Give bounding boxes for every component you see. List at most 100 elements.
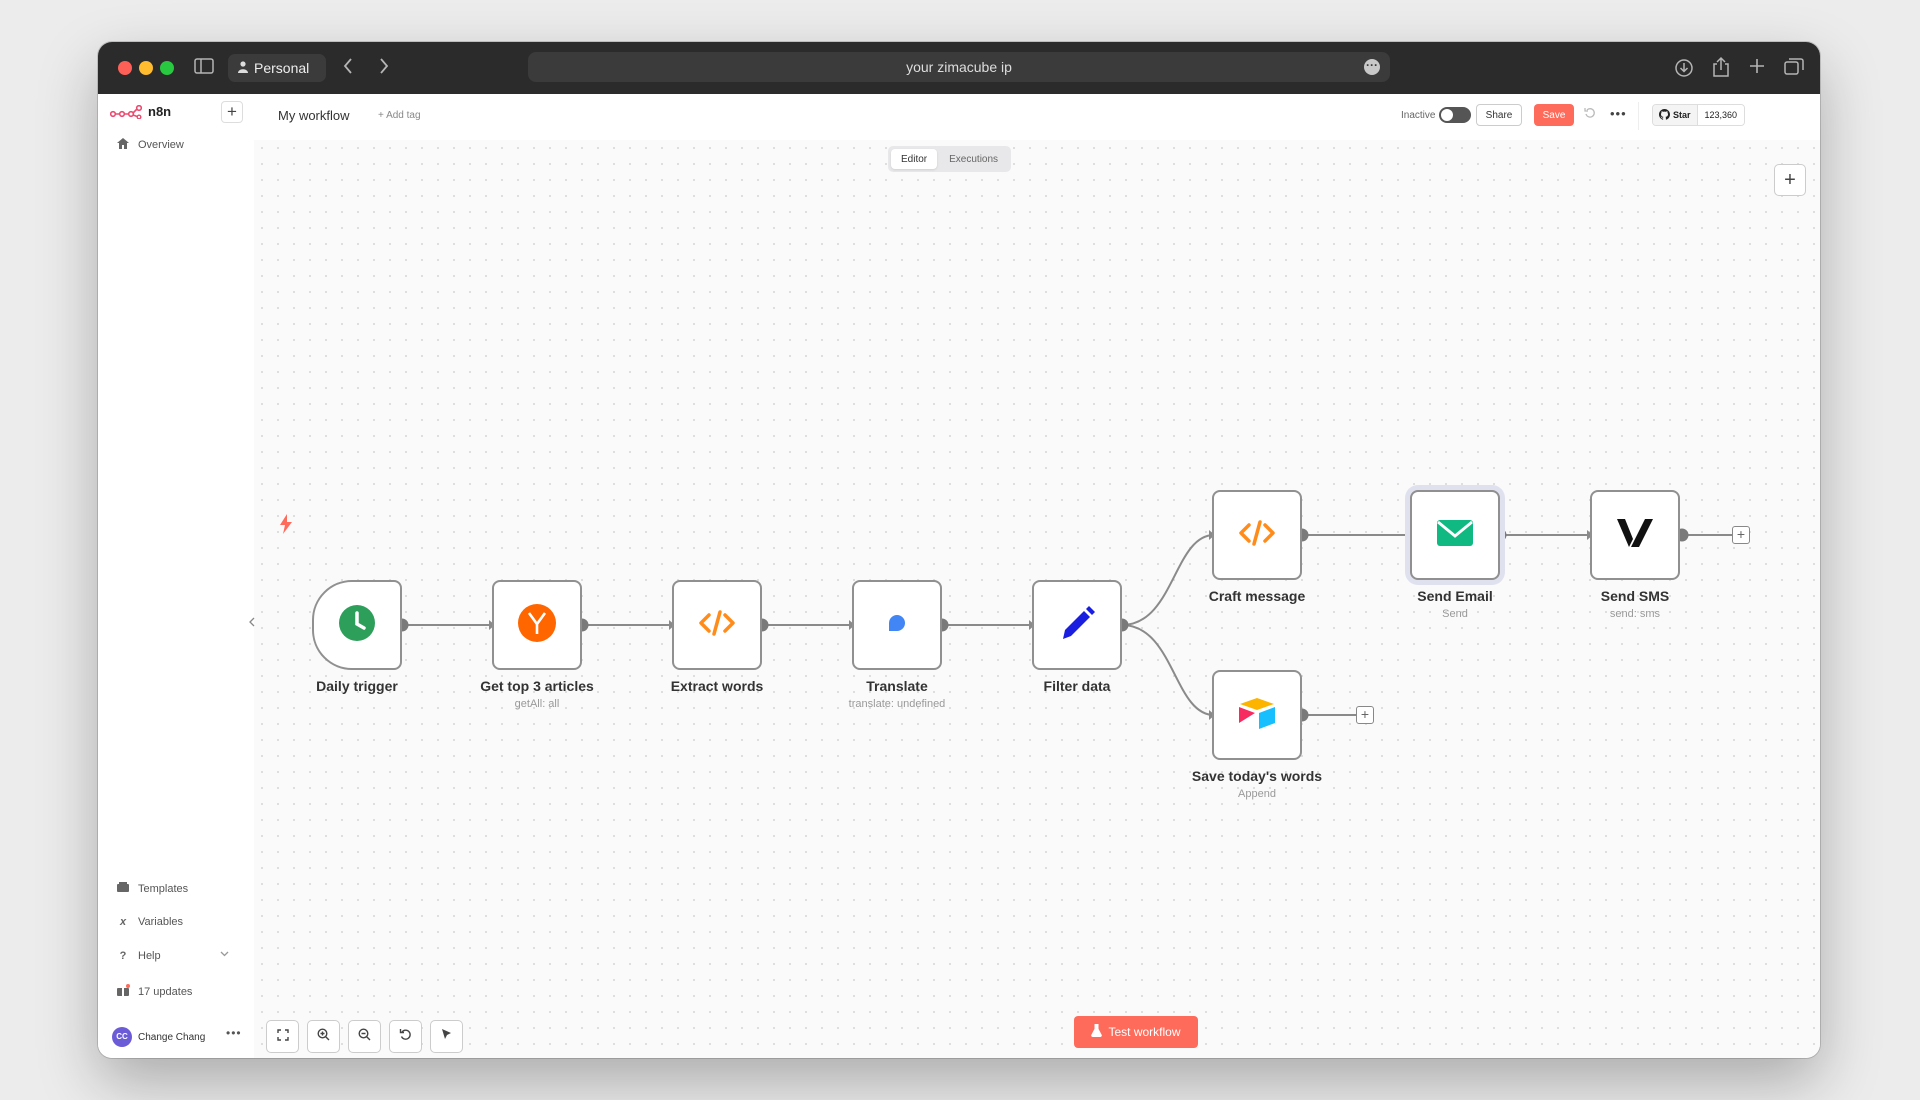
- test-workflow-button[interactable]: Test workflow: [1074, 1016, 1198, 1048]
- more-options-icon[interactable]: ···: [1364, 59, 1380, 75]
- zoom-out-icon: [358, 1027, 371, 1046]
- address-bar[interactable]: your zimacube ip ···: [528, 52, 1390, 82]
- n8n-logo[interactable]: n8n: [110, 104, 171, 119]
- sidebar-item-templates[interactable]: Templates: [116, 882, 188, 895]
- trigger-bolt-icon: [279, 514, 293, 540]
- avatar: CC: [112, 1027, 132, 1047]
- tab-overview-icon[interactable]: [1784, 57, 1804, 79]
- add-tag-link[interactable]: + Add tag: [378, 110, 421, 121]
- node-label: Daily trigger: [316, 678, 398, 694]
- n8n-logo-icon: [110, 104, 142, 119]
- user-menu-icon[interactable]: •••: [226, 1026, 242, 1040]
- browser-toolbar: Personal your zimacube ip ···: [98, 42, 1820, 94]
- node-subtitle: Append: [1238, 788, 1276, 800]
- profile-label: Personal: [254, 60, 310, 76]
- create-button[interactable]: +: [221, 101, 243, 123]
- variables-icon: x: [119, 916, 127, 928]
- zoom-out-button[interactable]: [348, 1020, 381, 1053]
- node-label: Filter data: [1043, 678, 1111, 694]
- sidebar-item-label: Variables: [138, 916, 184, 928]
- minimize-window-button[interactable]: [139, 61, 153, 75]
- forward-icon[interactable]: [378, 57, 390, 79]
- save-button[interactable]: Save: [1534, 104, 1574, 126]
- close-window-button[interactable]: [118, 61, 132, 75]
- history-icon[interactable]: [1584, 107, 1596, 122]
- vonage-icon: [1615, 516, 1655, 555]
- logo-text: n8n: [148, 104, 172, 119]
- github-star-button[interactable]: Star 123,360: [1652, 104, 1746, 126]
- github-star-count: 123,360: [1697, 105, 1745, 125]
- node-save-words[interactable]: [1212, 670, 1302, 760]
- cursor-icon: [440, 1028, 453, 1046]
- node-label: Send Email: [1417, 588, 1493, 604]
- sidebar-item-variables[interactable]: x Variables: [116, 916, 183, 928]
- home-icon: [116, 138, 130, 152]
- node-subtitle: Send: [1442, 608, 1468, 620]
- new-tab-icon[interactable]: [1748, 57, 1766, 79]
- share-icon[interactable]: [1712, 56, 1730, 82]
- user-name: Change Chang: [138, 1031, 206, 1043]
- github-star-label: Star: [1673, 110, 1691, 120]
- sidebar-item-label: Help: [138, 950, 161, 962]
- node-subtitle: send: sms: [1609, 608, 1661, 620]
- sidebar: n8n + Overview Templates x Variables ? H…: [98, 94, 255, 1058]
- zoom-window-button[interactable]: [160, 61, 174, 75]
- node-translate[interactable]: [852, 580, 942, 670]
- zoom-in-button[interactable]: [307, 1020, 340, 1053]
- node-filter-data[interactable]: [1032, 580, 1122, 670]
- add-next-node-button[interactable]: +: [1356, 706, 1374, 724]
- node-subtitle: getAll: all: [514, 698, 560, 710]
- hacker-news-icon: [517, 603, 557, 648]
- github-icon: [1659, 108, 1670, 122]
- node-subtitle: translate: undefined: [848, 698, 946, 710]
- active-toggle[interactable]: [1439, 107, 1471, 123]
- sidebar-item-label: Overview: [138, 139, 184, 151]
- code-icon: [1238, 519, 1276, 552]
- node-send-email[interactable]: [1410, 490, 1500, 580]
- sidebar-toggle-icon[interactable]: [194, 58, 214, 78]
- sidebar-item-label: 17 updates: [138, 985, 193, 998]
- airtable-icon: [1237, 696, 1277, 735]
- translate-icon: [885, 611, 909, 640]
- download-icon[interactable]: [1674, 58, 1694, 82]
- header-divider: [1638, 102, 1639, 130]
- node-label: Translate: [866, 678, 928, 694]
- node-label: Save today's words: [1191, 768, 1323, 784]
- add-next-node-button[interactable]: +: [1732, 526, 1750, 544]
- sidebar-item-label: Templates: [138, 882, 189, 895]
- sidebar-item-overview[interactable]: Overview: [116, 138, 184, 152]
- node-get-top-articles[interactable]: [492, 580, 582, 670]
- pen-icon: [1057, 603, 1097, 648]
- help-icon: ?: [119, 950, 127, 962]
- reset-zoom-button[interactable]: [389, 1020, 422, 1053]
- fit-view-button[interactable]: [266, 1020, 299, 1053]
- workflow-canvas[interactable]: Editor Executions + Daily trigger Get to…: [249, 140, 1820, 1058]
- fullscreen-icon: [276, 1028, 289, 1046]
- node-label: Extract words: [670, 678, 764, 694]
- pointer-mode-button[interactable]: [430, 1020, 463, 1053]
- node-craft-message[interactable]: [1212, 490, 1302, 580]
- node-extract-words[interactable]: [672, 580, 762, 670]
- sidebar-item-help[interactable]: ? Help: [116, 950, 161, 962]
- user-profile[interactable]: CC Change Chang: [112, 1027, 205, 1047]
- test-workflow-label: Test workflow: [1108, 1025, 1181, 1039]
- templates-icon: [116, 882, 130, 895]
- workflow-name[interactable]: My workflow: [278, 108, 350, 123]
- back-icon[interactable]: [342, 57, 354, 79]
- more-actions-icon[interactable]: •••: [1610, 106, 1627, 121]
- profile-button[interactable]: Personal: [228, 54, 326, 82]
- node-label: Craft message: [1208, 588, 1306, 604]
- share-button[interactable]: Share: [1476, 104, 1522, 126]
- chevron-down-icon[interactable]: [220, 949, 229, 959]
- node-label: Send SMS: [1600, 588, 1670, 604]
- node-send-sms[interactable]: [1590, 490, 1680, 580]
- node-label: Get top 3 articles: [480, 678, 594, 694]
- collapse-sidebar-icon[interactable]: [248, 617, 256, 630]
- gift-icon: [116, 984, 130, 999]
- node-daily-trigger[interactable]: [312, 580, 402, 670]
- address-text: your zimacube ip: [906, 59, 1012, 75]
- browser-window: Personal your zimacube ip ··· n8n + Over…: [98, 42, 1820, 1058]
- sidebar-item-updates[interactable]: 17 updates: [116, 984, 192, 999]
- undo-icon: [399, 1028, 412, 1046]
- code-icon: [698, 609, 736, 642]
